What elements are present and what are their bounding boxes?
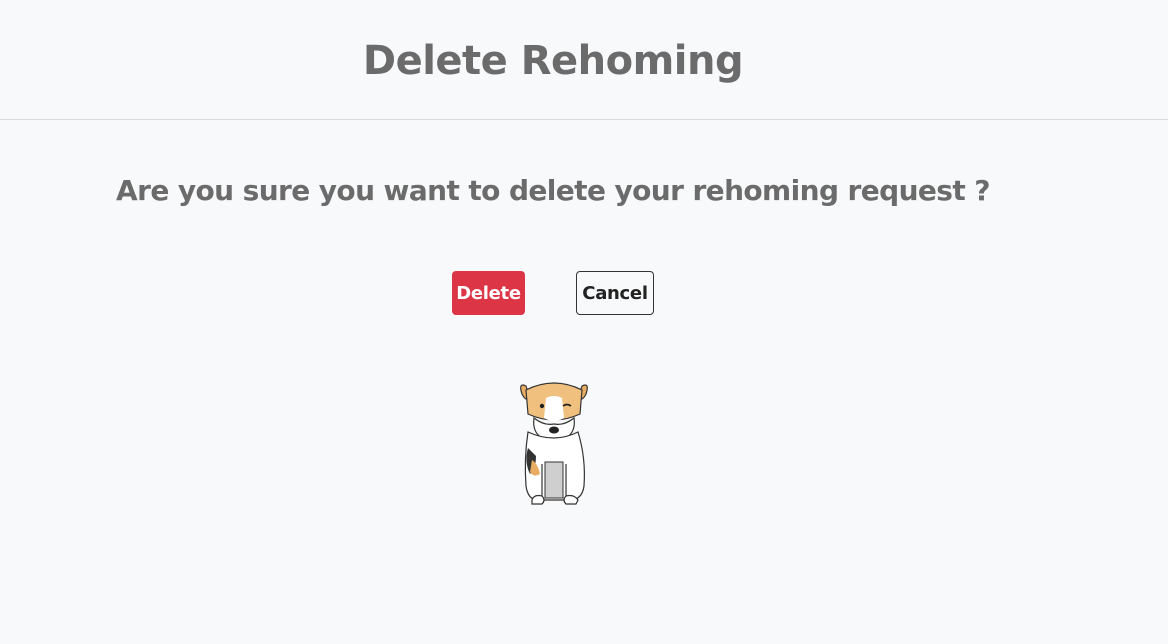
delete-button[interactable]: Delete <box>452 271 525 315</box>
page-header: Delete Rehoming <box>0 0 1168 120</box>
dog-illustration-icon <box>520 382 588 505</box>
cancel-button[interactable]: Cancel <box>576 271 654 315</box>
page-title: Delete Rehoming <box>362 38 744 84</box>
confirmation-question: Are you sure you want to delete your reh… <box>116 174 991 207</box>
